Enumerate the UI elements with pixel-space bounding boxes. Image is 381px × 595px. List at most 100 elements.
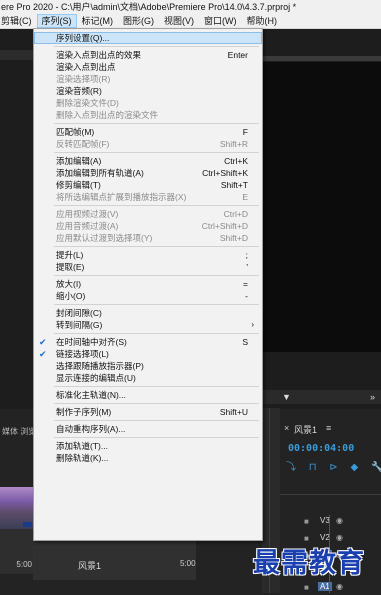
menu-item-label: 渲染入点到出点 — [56, 62, 116, 72]
menu-item-label: 添加轨道(T)... — [56, 441, 108, 451]
menubar-item[interactable]: 剪辑(C) — [0, 14, 37, 28]
menu-item-shortcut: Shift+T — [220, 180, 248, 190]
menu-item[interactable]: 放大(I) = — [34, 278, 262, 290]
window-title-bar: ere Pro 2020 - C:\用户\admin\文档\Adobe\Prem… — [0, 0, 381, 14]
menu-item-label: 放大(I) — [56, 279, 82, 289]
menu-item-label: 选择跟随播放指示器(P) — [56, 361, 144, 371]
menu-item-label: 渲染选择项(R) — [56, 74, 111, 84]
menu-item-label: 渲染音频(R) — [56, 86, 102, 96]
menu-item[interactable]: 自动重构序列(A)... — [34, 423, 262, 435]
menubar-item[interactable]: 序列(S) — [36, 14, 77, 28]
watermark-logo: 最需教育 — [253, 548, 365, 579]
bin-item-area — [33, 540, 196, 580]
menu-item-shortcut: ' — [246, 262, 248, 272]
sequence-tab[interactable]: 风景1 — [294, 423, 317, 436]
menu-item: 应用视频过渡(V) Ctrl+D — [34, 208, 262, 220]
menu-item-label: 反转匹配帧(F) — [56, 139, 110, 149]
timeline-header: × 风景1 ≡ — [280, 410, 381, 438]
track-visibility-icon[interactable]: ◉ — [336, 516, 343, 525]
source-panel-tab-strip — [0, 50, 33, 60]
menu-item-shortcut: E — [242, 192, 248, 202]
menu-item-shortcut: S — [242, 337, 248, 347]
menu-item[interactable]: 渲染音频(R) — [34, 85, 262, 97]
more-controls-icon[interactable]: » — [370, 392, 375, 402]
menu-item[interactable]: 序列设置(Q)... — [34, 32, 262, 44]
menu-separator — [54, 304, 259, 305]
program-monitor-header — [262, 56, 381, 61]
menu-item[interactable]: 显示连接的编辑点(U) — [34, 372, 262, 384]
menu-item[interactable]: 渲染入点到出点的效果 Enter — [34, 49, 262, 61]
menu-item[interactable]: 添加编辑到所有轨道(A) Ctrl+Shift+K — [34, 167, 262, 179]
menu-item[interactable]: 添加编辑(A) Ctrl+K — [34, 155, 262, 167]
menu-item[interactable]: 提取(E) ' — [34, 261, 262, 273]
menu-item[interactable]: 匹配帧(M) F — [34, 126, 262, 138]
menu-item: 渲染选择项(R) — [34, 73, 262, 85]
menubar-item[interactable]: 视图(V) — [159, 14, 199, 28]
menu-item[interactable]: 制作子序列(M) Shift+U — [34, 406, 262, 418]
menu-item[interactable]: 转到间隔(G) › — [34, 319, 262, 331]
menu-item-label: 删除入点到出点的渲染文件 — [56, 110, 159, 120]
track-lock-icon[interactable]: ■ — [304, 517, 309, 526]
menu-item-shortcut: F — [242, 127, 248, 137]
menu-item-label: 应用默认过渡到选择项(Y) — [56, 233, 153, 243]
menu-separator — [54, 46, 259, 47]
menu-item-shortcut: - — [245, 291, 248, 301]
menu-item-label: 转到间隔(G) — [56, 320, 103, 330]
menubar-item[interactable]: 窗口(W) — [199, 14, 242, 28]
menu-item-shortcut: Ctrl+Shift+K — [202, 168, 248, 178]
menu-item-shortcut: Ctrl+D — [223, 209, 248, 219]
menu-item-label: 删除轨道(K)... — [56, 453, 109, 463]
program-monitor-controls: ▼ » — [262, 390, 381, 404]
menu-item-label: 将所选编辑点扩展到播放指示器(X) — [56, 192, 187, 202]
menu-item[interactable]: 选择跟随播放指示器(P) — [34, 360, 262, 372]
menu-item-shortcut: Enter — [227, 50, 248, 60]
menu-item[interactable]: 提升(L); — [34, 249, 262, 261]
track-lock-icon[interactable]: ■ — [304, 583, 309, 592]
checkmark-icon: ✔ — [39, 349, 47, 359]
menu-item[interactable]: ✔ 链接选择项(L) — [34, 348, 262, 360]
menu-item[interactable]: 封闭间隙(C) — [34, 307, 262, 319]
clip-badge-icon — [23, 522, 32, 527]
clip-info: 5:00 — [0, 529, 33, 574]
menubar-item[interactable]: 图形(G) — [118, 14, 159, 28]
menu-item[interactable]: ✔ 在时间轴中对齐(S) S — [34, 336, 262, 348]
menu-separator — [54, 386, 259, 387]
menu-item[interactable]: 修剪编辑(T) Shift+T — [34, 179, 262, 191]
menubar-item[interactable]: 帮助(H) — [242, 14, 283, 28]
marker-icon[interactable]: ▼ — [282, 392, 291, 402]
menu-separator — [54, 152, 259, 153]
track-visibility-icon[interactable]: ◉ — [336, 582, 343, 591]
sequence-menu-dropdown: 序列设置(Q)... 渲染入点到出点的效果 Enter 渲染入点到出点 渲染选择项(R)… — [33, 28, 263, 541]
menu-item-label: 渲染入点到出点的效果 — [56, 50, 142, 60]
timeline-timecode[interactable]: 00:00:04:00 — [288, 443, 354, 454]
menu-item: 删除渲染文件(D) — [34, 97, 262, 109]
menu-separator — [54, 205, 259, 206]
project-panel-tab[interactable]: 媒体 浏览 — [2, 426, 36, 437]
menu-item: 反转匹配帧(F) Shift+R — [34, 138, 262, 150]
menu-item-label: 封闭间隙(C) — [56, 308, 102, 318]
menu-separator — [54, 420, 259, 421]
menu-item[interactable]: 缩小(O) - — [34, 290, 262, 302]
timeline-tool-icons[interactable]: ⤵ ⊓ ⊳ ◆ 🔧 — [286, 458, 381, 473]
menu-item[interactable]: 标准化主轨道(N)... — [34, 389, 262, 401]
menu-item-shortcut: = — [243, 279, 248, 289]
menu-item-label: 提取(E) — [56, 262, 85, 272]
clip-name[interactable]: 风景1 — [78, 559, 101, 572]
menu-item-label: 修剪编辑(T) — [56, 180, 101, 190]
menu-item-label: 应用视频过渡(V) — [56, 209, 119, 219]
menu-item-shortcut: Shift+R — [219, 139, 248, 149]
menu-item[interactable]: 删除轨道(K)... — [34, 452, 262, 464]
program-monitor-viewer — [262, 62, 381, 352]
menu-item-shortcut: Ctrl+K — [224, 156, 248, 166]
timeline-divider — [280, 494, 381, 495]
menubar-item[interactable]: 标记(M) — [77, 14, 119, 28]
menu-item-label: 自动重构序列(A)... — [56, 424, 126, 434]
panel-menu-icon[interactable]: ≡ — [326, 423, 331, 433]
close-tab-icon[interactable]: × — [284, 423, 289, 433]
menu-item[interactable]: 渲染入点到出点 — [34, 61, 262, 73]
clip-thumbnail[interactable] — [0, 487, 33, 529]
menu-item-label: 在时间轴中对齐(S) — [56, 337, 127, 347]
checkmark-icon: ✔ — [39, 337, 47, 347]
timeline-track-header[interactable]: ■ V3 ◉ — [280, 515, 381, 529]
menu-item[interactable]: 添加轨道(T)... — [34, 440, 262, 452]
